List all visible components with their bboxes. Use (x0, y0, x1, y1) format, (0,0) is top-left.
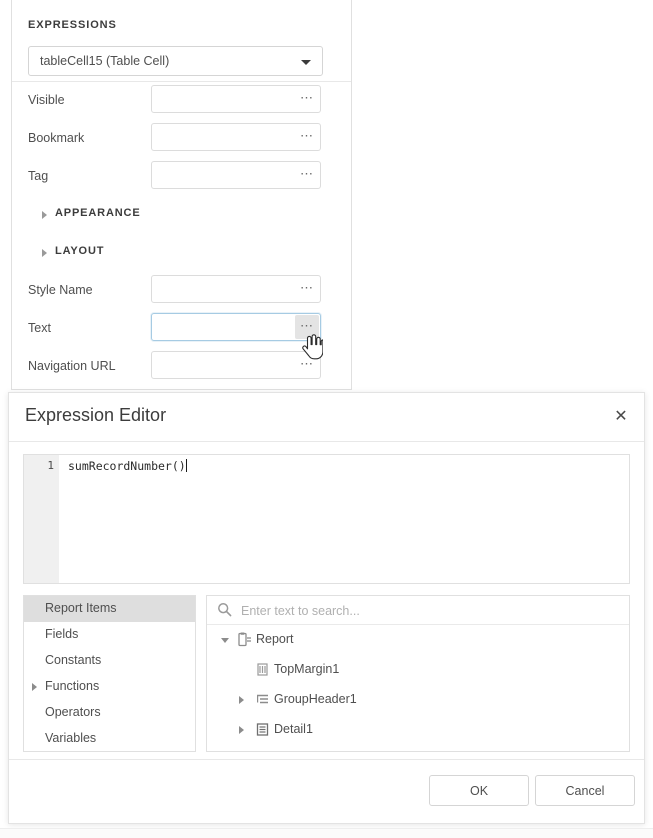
chevron-down-icon (301, 60, 311, 65)
panel-title: EXPRESSIONS (28, 19, 117, 31)
property-label-style-name: Style Name (28, 283, 93, 297)
category-item-fields[interactable]: Fields (24, 622, 195, 648)
group-label-appearance: APPEARANCE (55, 207, 141, 219)
top-margin-icon (255, 662, 270, 682)
property-label-text: Text (28, 321, 51, 335)
panel-header: EXPRESSIONS tableCell15 (Table Cell) (12, 0, 351, 82)
category-label: Variables (45, 731, 96, 745)
window-bottom-strip (0, 828, 653, 838)
ellipsis-icon[interactable]: ⋯ (295, 163, 319, 187)
category-item-constants[interactable]: Constants (24, 648, 195, 674)
category-item-variables[interactable]: Variables (24, 726, 195, 752)
expression-code-editor[interactable]: 1 sumRecordNumber() (23, 454, 630, 584)
property-row-style-name: Style Name ⋯ (12, 272, 351, 310)
navigation-url-input[interactable]: ⋯ (151, 351, 321, 379)
group-header-appearance[interactable]: APPEARANCE (12, 196, 351, 234)
property-label-tag: Tag (28, 169, 48, 183)
dialog-title: Expression Editor (25, 405, 166, 426)
chevron-right-icon[interactable] (239, 696, 244, 704)
category-label: Constants (45, 653, 101, 667)
editor-gutter: 1 (24, 455, 59, 583)
editor-code-text: sumRecordNumber() (68, 459, 186, 473)
chevron-right-icon (32, 683, 37, 691)
tree-label: Detail1 (274, 722, 313, 736)
property-label-bookmark: Bookmark (28, 131, 84, 145)
ellipsis-icon[interactable]: ⋯ (295, 277, 319, 301)
ok-button[interactable]: OK (429, 775, 529, 806)
group-label-layout: LAYOUT (55, 245, 104, 257)
text-input[interactable]: ⋯ (151, 313, 321, 341)
dialog-titlebar: Expression Editor ✕ (9, 393, 644, 442)
category-item-report-items[interactable]: Report Items (24, 596, 195, 622)
bookmark-input[interactable]: ⋯ (151, 123, 321, 151)
ellipsis-icon[interactable]: ⋯ (295, 315, 319, 339)
tree-node-top-margin1[interactable]: TopMargin1 (207, 655, 629, 685)
property-label-navigation-url: Navigation URL (28, 359, 116, 373)
property-label-visible: Visible (28, 93, 65, 107)
chevron-down-icon[interactable] (221, 638, 229, 643)
chevron-right-icon (42, 211, 47, 219)
group-header-layout[interactable]: LAYOUT (12, 234, 351, 272)
detail-band-icon (255, 722, 270, 742)
property-row-navigation-url: Navigation URL ⋯ (12, 348, 351, 386)
editor-code-line: sumRecordNumber() (68, 459, 187, 473)
tree-node-group-header1[interactable]: GroupHeader1 (207, 685, 629, 715)
category-label: Functions (45, 679, 99, 693)
text-caret (186, 459, 187, 472)
expression-editor-dialog: Expression Editor ✕ 1 sumRecordNumber() … (8, 392, 645, 824)
category-label: Fields (45, 627, 78, 641)
search-row (207, 596, 629, 625)
dialog-footer: OK Cancel (9, 759, 644, 823)
property-rows: Visible ⋯ Bookmark ⋯ Tag ⋯ APPEARANCE LA… (12, 82, 351, 386)
chevron-right-icon (42, 249, 47, 257)
search-icon (217, 602, 232, 622)
ellipsis-icon[interactable]: ⋯ (295, 87, 319, 111)
category-item-functions[interactable]: Functions (24, 674, 195, 700)
report-items-tree-pane: Report TopMargin1 (206, 595, 630, 752)
close-icon[interactable]: ✕ (608, 404, 634, 430)
search-input[interactable] (239, 596, 623, 625)
tree-node-detail1[interactable]: Detail1 (207, 715, 629, 745)
report-icon (237, 632, 252, 652)
group-header-icon (255, 692, 270, 712)
category-list: Report Items Fields Constants Functions … (23, 595, 196, 752)
category-label: Operators (45, 705, 101, 719)
category-item-operators[interactable]: Operators (24, 700, 195, 726)
property-row-bookmark: Bookmark ⋯ (12, 120, 351, 158)
ellipsis-icon[interactable]: ⋯ (295, 125, 319, 149)
property-row-visible: Visible ⋯ (12, 82, 351, 120)
tree-body: Report TopMargin1 (207, 625, 629, 751)
property-row-tag: Tag ⋯ (12, 158, 351, 196)
property-row-text: Text ⋯ (12, 310, 351, 348)
object-selector-dropdown[interactable]: tableCell15 (Table Cell) (28, 46, 323, 76)
line-number: 1 (47, 459, 54, 472)
tree-label: TopMargin1 (274, 662, 339, 676)
cancel-button[interactable]: Cancel (535, 775, 635, 806)
tree-label: GroupHeader1 (274, 692, 357, 706)
tag-input[interactable]: ⋯ (151, 161, 321, 189)
expressions-properties-panel: EXPRESSIONS tableCell15 (Table Cell) Vis… (11, 0, 352, 390)
category-label: Report Items (45, 601, 117, 615)
tree-label: Report (256, 632, 294, 646)
ellipsis-icon[interactable]: ⋯ (295, 353, 319, 377)
tree-node-report[interactable]: Report (207, 625, 629, 655)
chevron-right-icon[interactable] (239, 726, 244, 734)
style-name-input[interactable]: ⋯ (151, 275, 321, 303)
expression-browser: Report Items Fields Constants Functions … (23, 595, 630, 752)
visible-input[interactable]: ⋯ (151, 85, 321, 113)
object-selector-value: tableCell15 (Table Cell) (40, 54, 169, 68)
